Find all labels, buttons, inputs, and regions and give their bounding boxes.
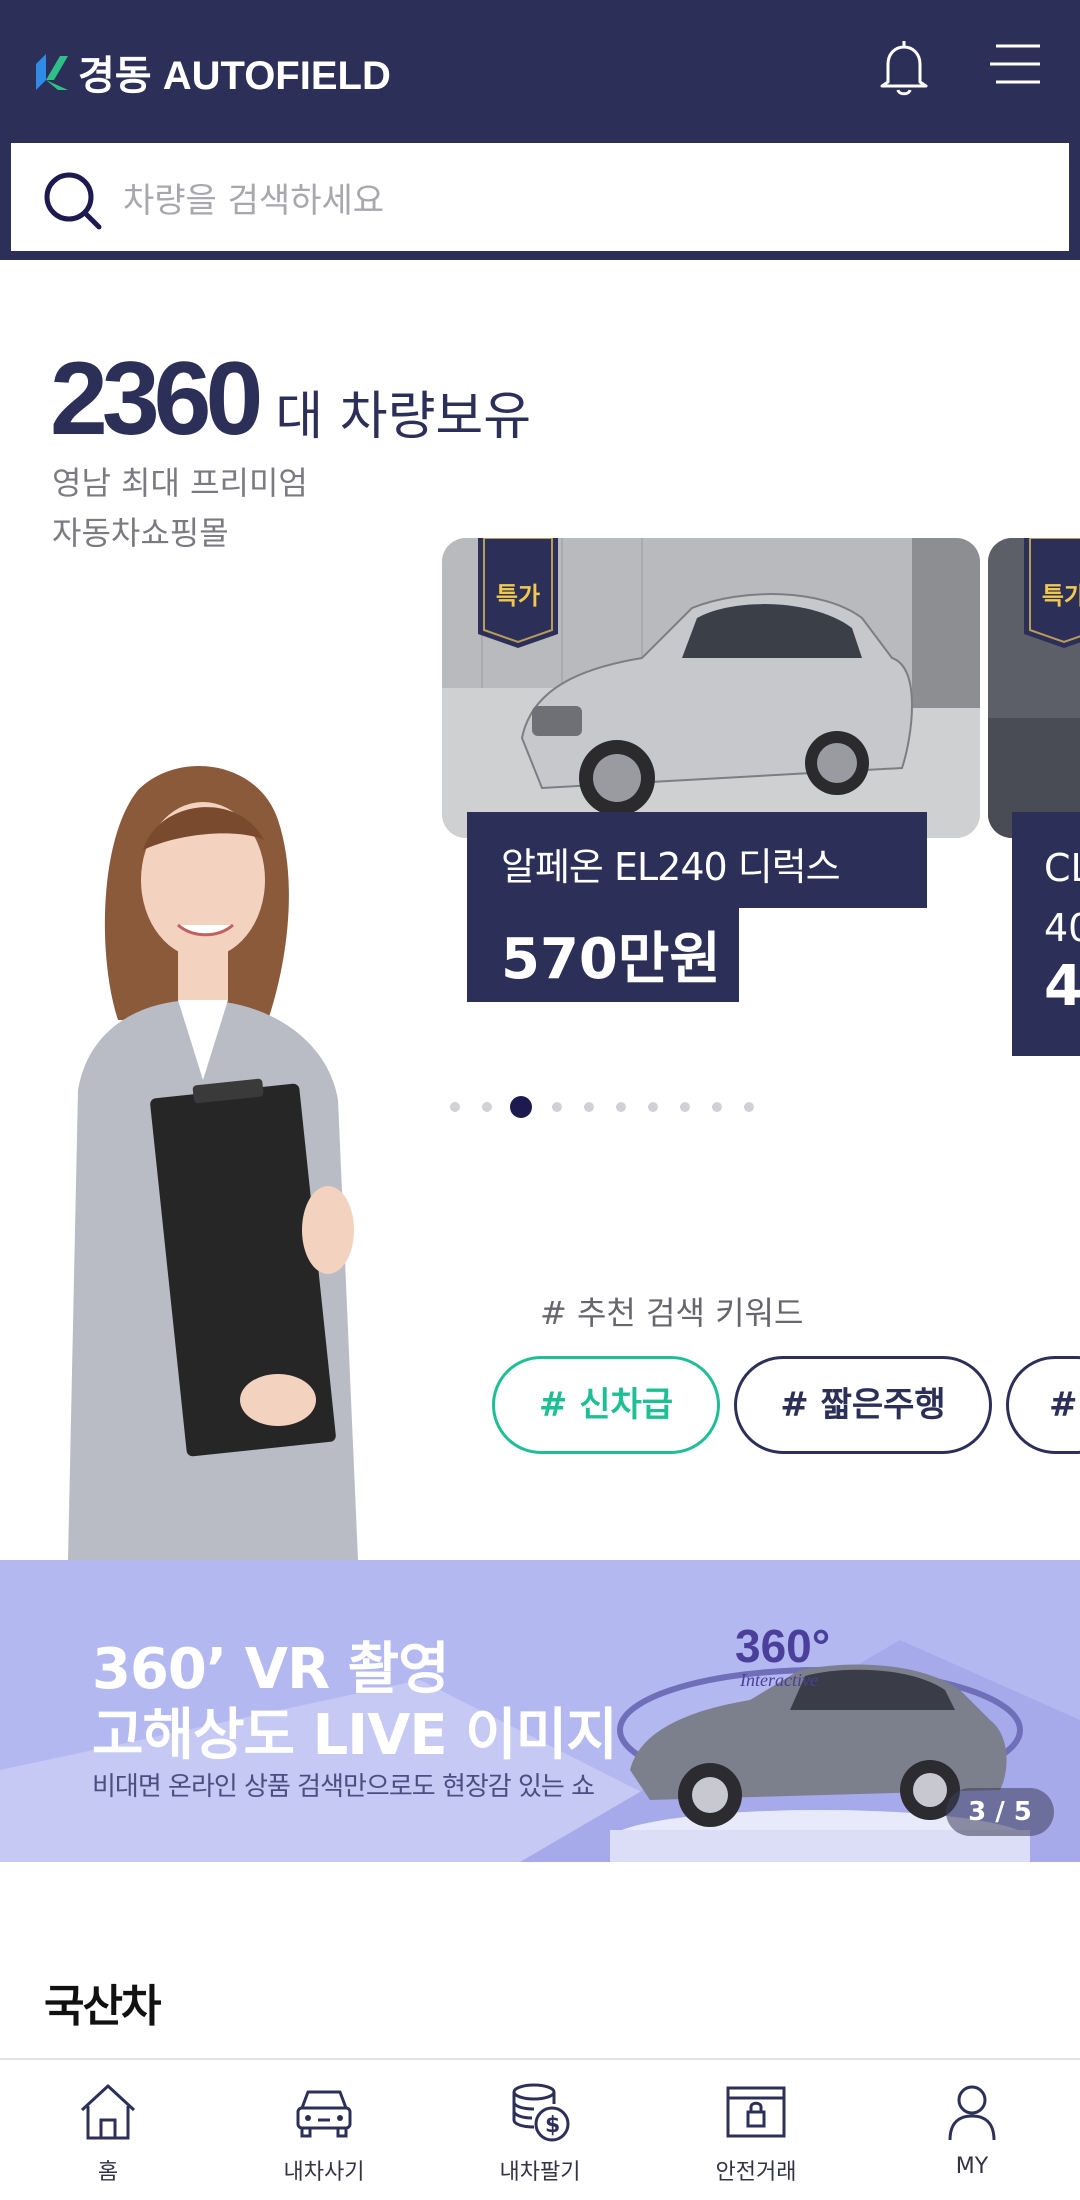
car-card[interactable]: 특가	[442, 538, 980, 838]
carousel-dot[interactable]	[744, 1102, 754, 1112]
keyword-chip-partial[interactable]: #	[1006, 1356, 1080, 1454]
logo-mark-icon	[36, 54, 68, 90]
carousel-dot-active[interactable]	[510, 1096, 532, 1118]
promo-banner[interactable]: 360’ VR 촬영 고해상도 LIVE 이미지 비대면 온라인 상품 검색만으…	[0, 1560, 1080, 1862]
carousel-dot[interactable]	[680, 1102, 690, 1112]
tab-safe-trade[interactable]: 안전거래	[648, 2060, 864, 2200]
tab-label: 내차팔기	[499, 2160, 581, 2185]
badge-label: 특가	[495, 582, 541, 610]
hero-tagline: 영남 최대 프리미엄 자동차쇼핑몰	[52, 458, 308, 558]
tagline-line2: 자동차쇼핑몰	[52, 514, 229, 552]
carousel-dot[interactable]	[648, 1102, 658, 1112]
car-info-partial[interactable]: CL 40 4	[1012, 812, 1080, 1056]
keyword-chip-low-mileage[interactable]: # 짧은주행	[734, 1356, 992, 1454]
banner-subtext: 비대면 온라인 상품 검색만으로도 현장감 있는 쇼	[92, 1772, 595, 1802]
car-name-partial: CL 40	[1044, 846, 1080, 950]
notification-bell-icon[interactable]	[876, 38, 932, 98]
car-price-partial: 4	[1044, 954, 1080, 1019]
tagline-line1: 영남 최대 프리미엄	[52, 464, 308, 502]
search-icon	[44, 172, 102, 230]
search-placeholder: 차량을 검색하세요	[123, 181, 385, 221]
car-name[interactable]: 알페온 EL240 디럭스	[467, 812, 927, 908]
car-price[interactable]: 570만원	[467, 908, 739, 1002]
safe-lock-icon	[726, 2086, 786, 2138]
tab-buy-car[interactable]: 내차사기	[216, 2060, 432, 2200]
app-header: 경동 AUTOFIELD 차량을 검색하세요	[0, 0, 1080, 260]
badge-label: 특가	[1041, 582, 1080, 610]
car-card-partial[interactable]: 특가	[988, 538, 1080, 838]
bottom-tab-bar: 홈 내차사기 $ 내차팔기 안전거래 MY	[0, 2058, 1080, 2200]
carousel-dot[interactable]	[482, 1102, 492, 1112]
keyword-section-title: # 추천 검색 키워드	[540, 1294, 804, 1332]
car-icon	[296, 2090, 352, 2138]
tab-sell-car[interactable]: $ 내차팔기	[432, 2060, 648, 2200]
user-icon	[948, 2085, 996, 2141]
banner-slide-counter: 3 / 5	[946, 1788, 1054, 1836]
carousel-dot[interactable]	[450, 1102, 460, 1112]
carousel-dot[interactable]	[712, 1102, 722, 1112]
tab-label: 내차사기	[283, 2160, 365, 2185]
coins-icon: $	[512, 2083, 570, 2142]
svg-text:$: $	[545, 2113, 560, 2138]
carousel-pagination[interactable]	[450, 1096, 776, 1118]
inventory-count-number: 2360	[50, 341, 263, 457]
inventory-count-unit: 대 차량보유	[275, 387, 532, 447]
home-icon	[80, 2084, 136, 2140]
badge-interactive-text: Interactive	[739, 1670, 818, 1690]
inventory-count: 2360 대 차량보유	[50, 340, 531, 459]
tab-label: MY	[955, 2154, 989, 2179]
carousel-dot[interactable]	[616, 1102, 626, 1112]
carousel-dot[interactable]	[584, 1102, 594, 1112]
tab-my[interactable]: MY	[864, 2060, 1080, 2200]
tab-home[interactable]: 홈	[0, 2060, 216, 2200]
tab-label: 홈	[97, 2160, 119, 2185]
banner-headline-2: 고해상도 LIVE 이미지	[92, 1703, 618, 1768]
tab-label: 안전거래	[715, 2160, 797, 2185]
consultant-photo	[68, 766, 358, 1560]
logo[interactable]: 경동 AUTOFIELD	[32, 46, 391, 98]
section-title-domestic: 국산차	[44, 1981, 161, 2032]
keyword-chip-new-car[interactable]: # 신차급	[492, 1356, 720, 1454]
badge-360-text: 360°	[735, 1620, 830, 1672]
logo-text: 경동 AUTOFIELD	[78, 54, 391, 98]
search-input[interactable]: 차량을 검색하세요	[8, 140, 1072, 254]
carousel-dot[interactable]	[552, 1102, 562, 1112]
hamburger-menu-icon[interactable]	[988, 42, 1042, 88]
